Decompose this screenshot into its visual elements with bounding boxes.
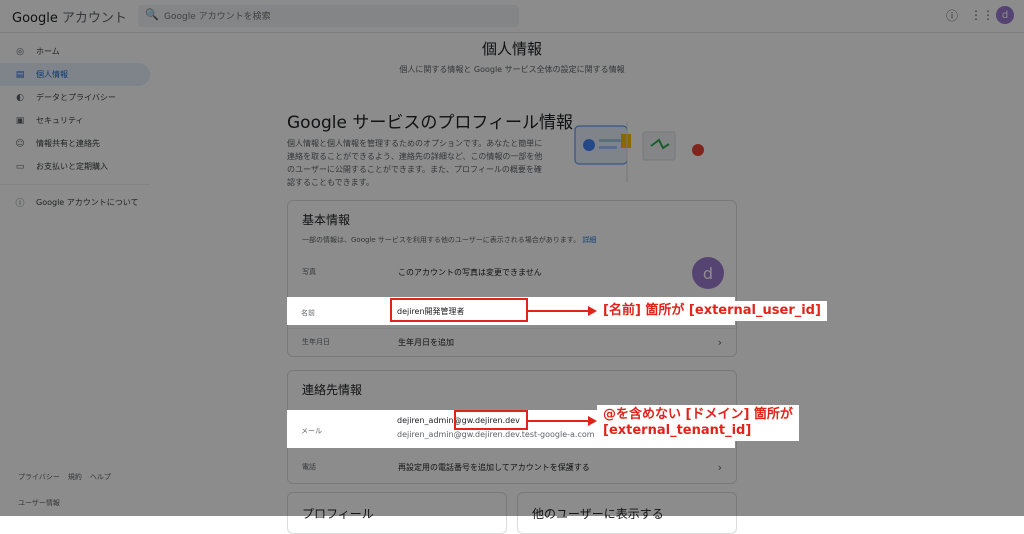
callout-tenant-id: @を含めない [ドメイン] 箇所が [external_tenant_id] bbox=[597, 405, 799, 441]
email-secondary: dejiren_admin@gw.dejiren.dev.test-google… bbox=[397, 430, 595, 439]
domain-highlight-box bbox=[454, 410, 528, 430]
arrow-line-2 bbox=[528, 420, 590, 422]
name-label: 名前 bbox=[301, 309, 315, 317]
name-highlight-box bbox=[390, 298, 528, 322]
arrow-line-1 bbox=[528, 310, 590, 312]
callout-user-id: [名前] 箇所が [external_user_id] bbox=[597, 301, 827, 321]
email-label: メール bbox=[301, 427, 322, 435]
arrow-head-1 bbox=[588, 306, 597, 316]
callout-tenant-line1: @を含めない [ドメイン] 箇所が bbox=[603, 407, 793, 422]
arrow-head-2 bbox=[588, 416, 597, 426]
callout-tenant-line2: [external_tenant_id] bbox=[603, 423, 752, 438]
